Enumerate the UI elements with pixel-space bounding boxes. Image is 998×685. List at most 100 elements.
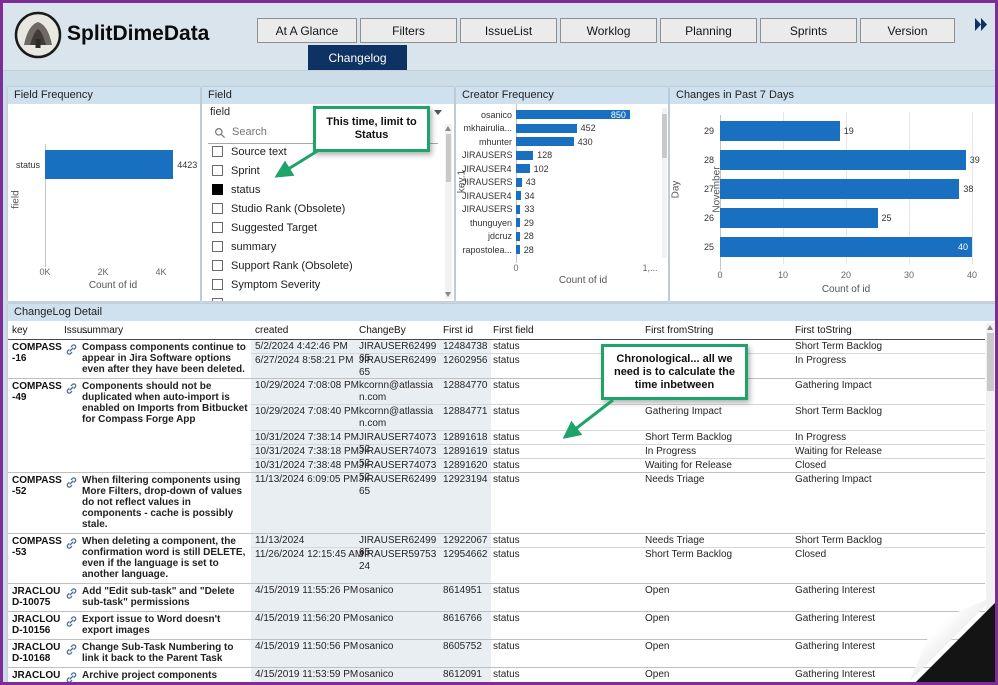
- bar-status[interactable]: [45, 150, 174, 179]
- col-header-first-tostring[interactable]: First toString: [795, 325, 852, 336]
- cell-from: In Progress: [645, 446, 697, 457]
- bar-29[interactable]: [720, 121, 840, 141]
- app-title: SplitDimeData: [67, 22, 210, 45]
- cell-from: Open: [645, 669, 670, 680]
- tab-sprints[interactable]: Sprints: [760, 18, 857, 43]
- bar-jirauser4[interactable]: [516, 164, 530, 173]
- col-header-first-fromstring[interactable]: First fromString: [645, 325, 713, 336]
- tab-version[interactable]: Version: [860, 18, 955, 43]
- changelog-group-compass-16: COMPASS-16 Compass components continue to…: [8, 340, 985, 378]
- bar-value-label: 128: [537, 150, 553, 160]
- bar-25[interactable]: [720, 237, 972, 257]
- tab-at-a-glance[interactable]: At A Glance: [257, 18, 357, 43]
- col-header-created[interactable]: created: [255, 325, 288, 336]
- issue-link-icon[interactable]: [66, 342, 77, 360]
- bar-jdcruz[interactable]: [516, 231, 520, 241]
- bar-jirausers[interactable]: [516, 150, 534, 160]
- issue-key[interactable]: JRACLOUD-10168: [12, 642, 64, 664]
- bar-mhunter[interactable]: [516, 137, 574, 146]
- slicer-item-summary[interactable]: summary: [202, 238, 444, 257]
- checkbox[interactable]: [212, 222, 223, 233]
- bar-jirauser4[interactable]: [516, 191, 521, 200]
- bar-category-label: JIRAUSERS...: [462, 204, 512, 214]
- checkbox[interactable]: [212, 241, 223, 252]
- tab-changelog[interactable]: Changelog: [308, 45, 407, 70]
- changelog-group-compass-53: COMPASS-53 When deleting a component, the…: [8, 533, 985, 583]
- cell-to: Short Term Backlog: [795, 341, 883, 352]
- tab-planning[interactable]: Planning: [660, 18, 757, 43]
- table-scrollbar[interactable]: [986, 323, 995, 681]
- issue-link-icon[interactable]: [66, 381, 77, 399]
- bar-mkhairulia[interactable]: [516, 123, 577, 133]
- chevron-down-icon[interactable]: [434, 110, 442, 115]
- scrollbar-thumb[interactable]: [987, 333, 994, 391]
- change-row[interactable]: 11/26/2024 12:15:45 AM JIRAUSER5975324 129…: [251, 547, 985, 572]
- checkbox[interactable]: [212, 203, 223, 214]
- bar-rapostolea[interactable]: [516, 245, 520, 254]
- changelog-group-jracloud-10156: JRACLOUD-10156 Export issue to Word doesn…: [8, 611, 985, 639]
- bar-28[interactable]: [720, 150, 966, 170]
- issue-key[interactable]: COMPASS-53: [12, 536, 64, 558]
- issue-link-icon[interactable]: [66, 642, 77, 660]
- bar-value-label: 34: [524, 190, 535, 201]
- issue-key[interactable]: COMPASS-52: [12, 475, 64, 497]
- cell-first_id: 8614951: [443, 585, 482, 596]
- scrollbar-thumb[interactable]: [446, 134, 451, 182]
- issue-link-icon[interactable]: [66, 586, 77, 604]
- change-row[interactable]: 4/15/2019 11:56:20 PM osanico 8616766 statu…: [251, 612, 985, 625]
- scroll-down-icon[interactable]: [445, 292, 451, 297]
- col-header-key[interactable]: key: [12, 325, 28, 336]
- bar-thunguyen[interactable]: [516, 218, 520, 227]
- checkbox[interactable]: [212, 146, 223, 157]
- cell-from: Needs Triage: [645, 474, 705, 485]
- cell-to: In Progress: [795, 432, 847, 443]
- tab-filters[interactable]: Filters: [360, 18, 457, 43]
- issue-key[interactable]: JRACLOUD-10156: [12, 614, 64, 636]
- checkbox[interactable]: [212, 165, 223, 176]
- change-row[interactable]: 4/15/2019 11:55:26 PM osanico 8614951 statu…: [251, 584, 985, 597]
- slicer-scrollbar[interactable]: [445, 124, 452, 299]
- issue-link-icon[interactable]: [66, 536, 77, 554]
- change-row[interactable]: 11/13/2024 6:09:05 PM JIRAUSER6249965 1292…: [251, 473, 985, 497]
- issue-key[interactable]: JRACLOUD-: [12, 670, 64, 682]
- issue-link-icon[interactable]: [66, 614, 77, 632]
- checkbox[interactable]: [212, 260, 223, 271]
- slicer-item-symptom-severity[interactable]: Symptom Severity: [202, 276, 444, 295]
- double-chevron-right-icon[interactable]: [973, 17, 989, 37]
- checkbox[interactable]: [212, 298, 223, 301]
- change-row[interactable]: 11/13/2024 JIRAUSER6249965 12922067 status N…: [251, 534, 985, 558]
- col-header-first-id[interactable]: First id: [443, 325, 473, 336]
- slicer-item-support-rank-obsolete[interactable]: Support Rank (Obsolete): [202, 257, 444, 276]
- slicer-field-label[interactable]: field: [210, 106, 230, 118]
- bar-jirausers[interactable]: [516, 177, 522, 187]
- scroll-down-icon[interactable]: [987, 674, 993, 679]
- scroll-up-icon[interactable]: [445, 126, 451, 131]
- cell-first_id: 8616766: [443, 613, 482, 624]
- change-row[interactable]: 4/15/2019 11:53:59 PM osanico 8612091 statu…: [251, 668, 985, 681]
- checkbox-checked[interactable]: [212, 184, 223, 195]
- col-header-summary[interactable]: summary: [82, 325, 123, 336]
- col-header-changeby[interactable]: ChangeBy: [359, 325, 406, 336]
- issue-key[interactable]: JRACLOUD-10075: [12, 586, 64, 608]
- bar-27[interactable]: [720, 179, 960, 199]
- slicer-item-suggested-target[interactable]: Suggested Target: [202, 219, 444, 238]
- scrollbar-thumb[interactable]: [662, 114, 667, 158]
- tab-issuelist[interactable]: IssueList: [460, 18, 557, 43]
- col-header-first-field[interactable]: First field: [493, 325, 534, 336]
- issue-key[interactable]: COMPASS-16: [12, 342, 64, 364]
- issue-link-icon[interactable]: [66, 475, 77, 493]
- slicer-item-clipped[interactable]: [202, 295, 444, 301]
- slicer-item-studio-rank-obsolete[interactable]: Studio Rank (Obsolete): [202, 200, 444, 219]
- issue-key[interactable]: COMPASS-49: [12, 381, 64, 403]
- cell-first_id: 12484738: [443, 341, 488, 352]
- scroll-up-icon[interactable]: [987, 325, 993, 330]
- issue-link-icon[interactable]: [66, 670, 77, 682]
- bar-26[interactable]: [720, 208, 878, 228]
- change-row[interactable]: 4/15/2019 11:50:56 PM osanico 8605752 statu…: [251, 640, 985, 653]
- creator-scrollbar[interactable]: [662, 108, 667, 258]
- checkbox[interactable]: [212, 279, 223, 290]
- slicer-item-label: Suggested Target: [231, 222, 318, 234]
- tab-worklog[interactable]: Worklog: [560, 18, 657, 43]
- change-row[interactable]: 10/31/2024 7:38:48 PM JIRAUSER7407352 1289…: [251, 458, 985, 483]
- bar-jirausers[interactable]: [516, 204, 521, 214]
